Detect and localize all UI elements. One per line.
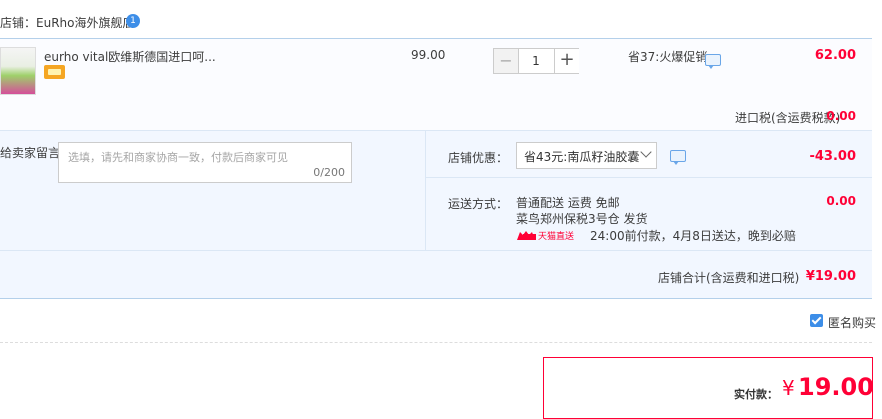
import-tax-label: 进口税(含运费税款) bbox=[735, 111, 841, 125]
tmall-direct-logo-icon: 天猫直送 bbox=[517, 230, 574, 241]
shop-header: 店铺：EuRho海外旗舰店 1 bbox=[0, 0, 882, 38]
shipping-warehouse-text: 菜鸟郑州保税3号仓 发货 bbox=[516, 212, 648, 226]
shop-total-value: ¥19.00 bbox=[805, 269, 856, 284]
promotion-label: 省37:火爆促销 bbox=[628, 50, 708, 64]
payment-amount: 19.00 bbox=[798, 373, 874, 401]
shipping-fee-value: 0.00 bbox=[826, 194, 856, 208]
shop-coupon-label: 店铺优惠： bbox=[448, 151, 509, 165]
promo-comment-icon[interactable] bbox=[705, 54, 721, 69]
quantity-decrease-button[interactable]: − bbox=[494, 49, 519, 73]
seller-message-textarea[interactable]: 选填，请先和商家协商一致，付款后商家可见 0/200 bbox=[58, 142, 352, 183]
quantity-increase-button[interactable]: + bbox=[554, 49, 579, 73]
shop-total-label: 店铺合计(含运费和进口税) bbox=[658, 271, 800, 285]
shop-coupon-select[interactable]: 省43元:南瓜籽油胶囊 bbox=[516, 142, 657, 169]
anonymous-purchase-checkbox[interactable] bbox=[810, 314, 823, 327]
shop-coupon-value: -43.00 bbox=[809, 149, 856, 164]
wangwang-badge-icon[interactable]: 1 bbox=[126, 14, 140, 28]
unit-price: 99.00 bbox=[411, 48, 446, 62]
seller-message-placeholder: 选填，请先和商家协商一致，付款后商家可见 bbox=[68, 151, 288, 164]
order-item-row: eurho vital欧维斯德国进口呵... 99.00 − 1 + 省37:火… bbox=[0, 38, 872, 131]
payment-currency: ¥ bbox=[782, 376, 795, 400]
shop-coupon-selected: 省43元:南瓜籽油胶囊 bbox=[524, 150, 640, 164]
shipping-method-text: 普通配送 运费 免邮 bbox=[516, 196, 620, 210]
shop-name-link[interactable]: 店铺：EuRho海外旗舰店 bbox=[0, 14, 134, 31]
quantity-stepper: − 1 + bbox=[493, 48, 579, 74]
shop-total-bar: 店铺合计(含运费和进口税) ¥19.00 bbox=[0, 250, 872, 299]
shipping-method-label: 运送方式： bbox=[448, 197, 509, 211]
payment-summary-box: 实付款： ¥ 19.00 bbox=[543, 357, 874, 419]
product-title-link[interactable]: eurho vital欧维斯德国进口呵... bbox=[44, 48, 216, 65]
divider bbox=[0, 342, 872, 343]
tmall-direct-logo-text: 天猫直送 bbox=[538, 230, 574, 241]
anonymous-purchase-label: 匿名购买 bbox=[828, 316, 877, 330]
product-thumbnail[interactable] bbox=[0, 47, 36, 95]
divider bbox=[426, 177, 872, 178]
chevron-down-icon bbox=[640, 146, 652, 158]
quantity-input[interactable]: 1 bbox=[519, 49, 553, 73]
payment-label: 实付款： bbox=[734, 388, 778, 401]
shipping-delivery-promise: 24:00前付款，4月8日送达，晚到必赔 bbox=[590, 229, 796, 243]
import-tax-value: 0.00 bbox=[826, 109, 856, 123]
divider bbox=[425, 131, 426, 251]
order-options-panel: 给卖家留言： 选填，请先和商家协商一致，付款后商家可见 0/200 店铺优惠： … bbox=[0, 130, 872, 251]
coupon-comment-icon[interactable] bbox=[670, 150, 686, 165]
card-icon bbox=[44, 65, 65, 79]
seller-message-char-count: 0/200 bbox=[313, 166, 345, 179]
item-subtotal: 62.00 bbox=[814, 48, 856, 63]
